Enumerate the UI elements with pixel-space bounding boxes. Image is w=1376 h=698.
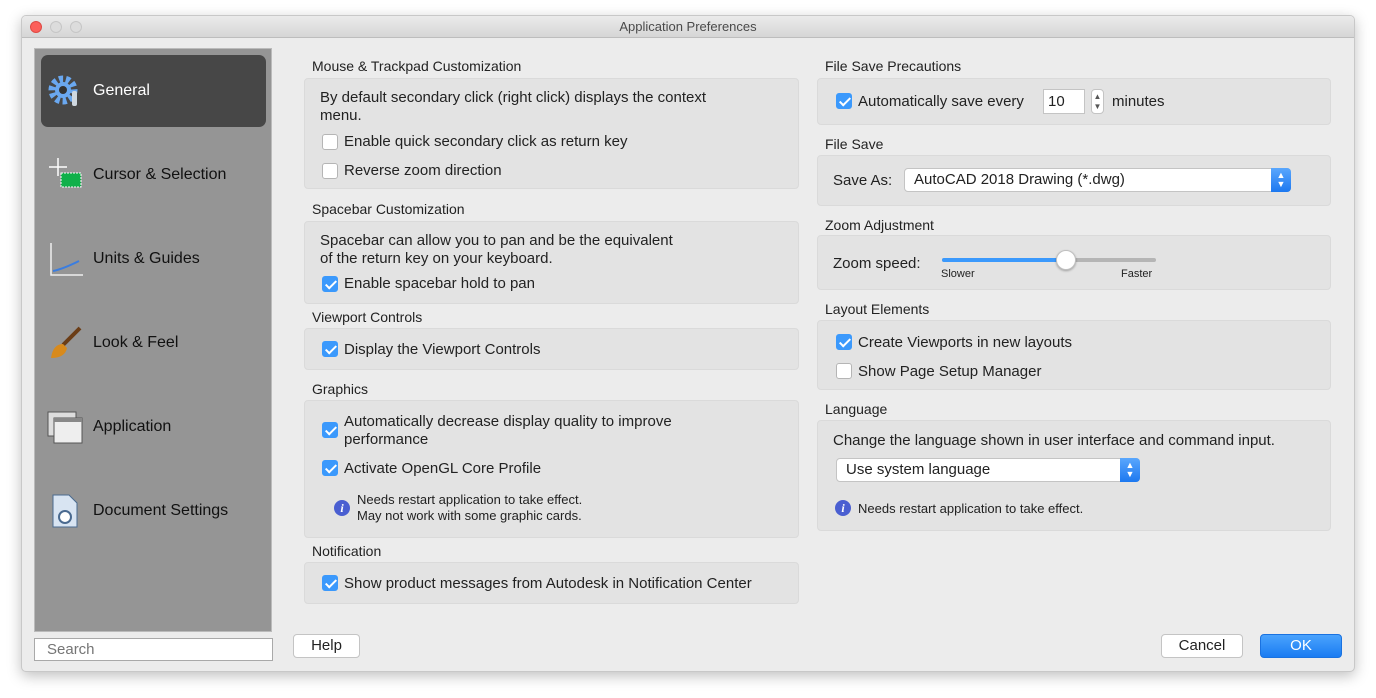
note: Needs restart application to take effect… [357, 492, 583, 507]
layout-elements-section: Create Viewports in new layouts Show Pag… [817, 320, 1331, 390]
minutes-stepper[interactable]: ▲ ▼ [1091, 89, 1104, 114]
sidebar-item-label: Look & Feel [93, 334, 179, 351]
note: May not work with some graphic cards. [357, 508, 582, 523]
zoom-speed-slider[interactable] [942, 250, 1156, 270]
section-header: Graphics [312, 381, 369, 397]
section-header: File Save [825, 136, 884, 152]
cursor-selection-icon [47, 157, 83, 193]
page-setup-checkbox[interactable] [836, 363, 852, 379]
checkbox-label: Enable quick secondary click as return k… [344, 133, 628, 150]
slower-label: Slower [941, 268, 975, 280]
file-save-section: Save As: AutoCAD 2018 Drawing (*.dwg) ▲ ▼ [817, 155, 1331, 206]
section-header: Zoom Adjustment [825, 217, 934, 233]
section-header: Layout Elements [825, 301, 930, 317]
checkbox-label: Show Page Setup Manager [858, 363, 1042, 380]
sidebar: General Cursor & Selection Units & Guide… [34, 48, 272, 632]
ok-button[interactable]: OK [1260, 634, 1342, 658]
sidebar-item-general[interactable]: General [41, 55, 266, 127]
note: Needs restart application to take effect… [858, 501, 1084, 516]
checkbox-label: Activate OpenGL Core Profile [344, 460, 542, 477]
close-button[interactable] [30, 21, 42, 33]
graphics-section: Automatically decrease display quality t… [304, 400, 799, 538]
language-select[interactable]: Use system language ▲ ▼ [836, 458, 1140, 482]
unit-label: minutes [1112, 93, 1165, 110]
info-icon: i [334, 500, 350, 516]
section-header: Spacebar Customization [312, 201, 465, 217]
selected-value: Use system language [846, 461, 991, 478]
notification-section: Show product messages from Autodesk in N… [304, 562, 799, 604]
mouse-trackpad-section: By default secondary click (right click)… [304, 78, 799, 189]
gear-wrench-icon [47, 73, 83, 109]
checkbox-label: Automatically decrease display quality t… [344, 413, 672, 448]
description: Change the language shown in user interf… [833, 432, 1275, 449]
autosave-checkbox[interactable] [836, 93, 852, 109]
checkbox-label: Reverse zoom direction [344, 162, 502, 179]
sidebar-item-cursor-selection[interactable]: Cursor & Selection [41, 139, 266, 211]
description: By default secondary click (right click)… [320, 89, 706, 124]
minimize-button[interactable] [50, 21, 62, 33]
file-save-precautions-section: Automatically save every 10 ▲ ▼ minutes [817, 78, 1331, 125]
opengl-core-checkbox[interactable] [322, 460, 338, 476]
spacebar-section: Spacebar can allow you to pan and be the… [304, 221, 799, 304]
zoom-adjustment-section: Zoom speed: Slower Faster [817, 235, 1331, 290]
section-header: Viewport Controls [312, 309, 423, 325]
checkbox-label: Show product messages from Autodesk in N… [344, 575, 752, 592]
section-header: Mouse & Trackpad Customization [312, 58, 522, 74]
section-header: Notification [312, 543, 382, 559]
language-section: Change the language shown in user interf… [817, 420, 1331, 531]
reverse-zoom-checkbox[interactable] [322, 163, 338, 179]
save-as-select[interactable]: AutoCAD 2018 Drawing (*.dwg) ▲ ▼ [904, 168, 1291, 192]
description: Spacebar can allow you to pan and be the… [320, 232, 673, 267]
help-button[interactable]: Help [293, 634, 360, 658]
sidebar-item-look-feel[interactable]: Look & Feel [41, 307, 266, 379]
info-icon: i [835, 500, 851, 516]
zoom-speed-label: Zoom speed: [833, 255, 921, 272]
title-bar: Application Preferences [22, 16, 1354, 38]
sidebar-item-label: Document Settings [93, 502, 229, 519]
sidebar-item-application[interactable]: Application [41, 391, 266, 463]
sidebar-item-units-guides[interactable]: Units & Guides [41, 223, 266, 295]
slider-fill [942, 258, 1067, 262]
search-input[interactable] [34, 638, 273, 661]
decrease-quality-checkbox[interactable] [322, 422, 338, 438]
sidebar-item-label: Units & Guides [93, 250, 200, 267]
quick-secondary-click-checkbox[interactable] [322, 134, 338, 150]
preferences-window: Application Preferences General Cursor &… [21, 15, 1355, 672]
checkbox-label: Automatically save every [858, 93, 1024, 110]
checkbox-label: Enable spacebar hold to pan [344, 275, 535, 292]
selected-value: AutoCAD 2018 Drawing (*.dwg) [914, 171, 1125, 188]
sidebar-item-document-settings[interactable]: Document Settings [41, 475, 266, 547]
window-title: Application Preferences [619, 19, 757, 34]
sidebar-item-label: Cursor & Selection [93, 166, 227, 183]
sidebar-item-label: Application [93, 418, 172, 435]
section-header: Language [825, 401, 888, 417]
spacebar-pan-checkbox[interactable] [322, 276, 338, 292]
faster-label: Faster [1121, 268, 1153, 280]
slider-thumb[interactable] [1056, 250, 1077, 270]
chevron-up-down-icon: ▲ ▼ [1271, 168, 1291, 192]
viewport-section: Display the Viewport Controls [304, 328, 799, 370]
section-header: File Save Precautions [825, 58, 962, 74]
units-guides-icon [47, 241, 83, 277]
sidebar-item-label: General [93, 82, 150, 99]
application-windows-icon [47, 409, 83, 445]
chevron-up-down-icon: ▲ ▼ [1120, 458, 1140, 482]
paintbrush-icon [47, 325, 83, 361]
zoom-button[interactable] [70, 21, 82, 33]
cancel-button[interactable]: Cancel [1161, 634, 1243, 658]
save-as-label: Save As: [833, 172, 893, 189]
viewport-controls-checkbox[interactable] [322, 341, 338, 357]
checkbox-label: Display the Viewport Controls [344, 341, 541, 358]
checkbox-label: Create Viewports in new layouts [858, 334, 1072, 351]
document-settings-icon [47, 493, 83, 529]
autosave-minutes-input[interactable]: 10 [1043, 89, 1085, 114]
product-messages-checkbox[interactable] [322, 575, 338, 591]
create-viewports-checkbox[interactable] [836, 334, 852, 350]
